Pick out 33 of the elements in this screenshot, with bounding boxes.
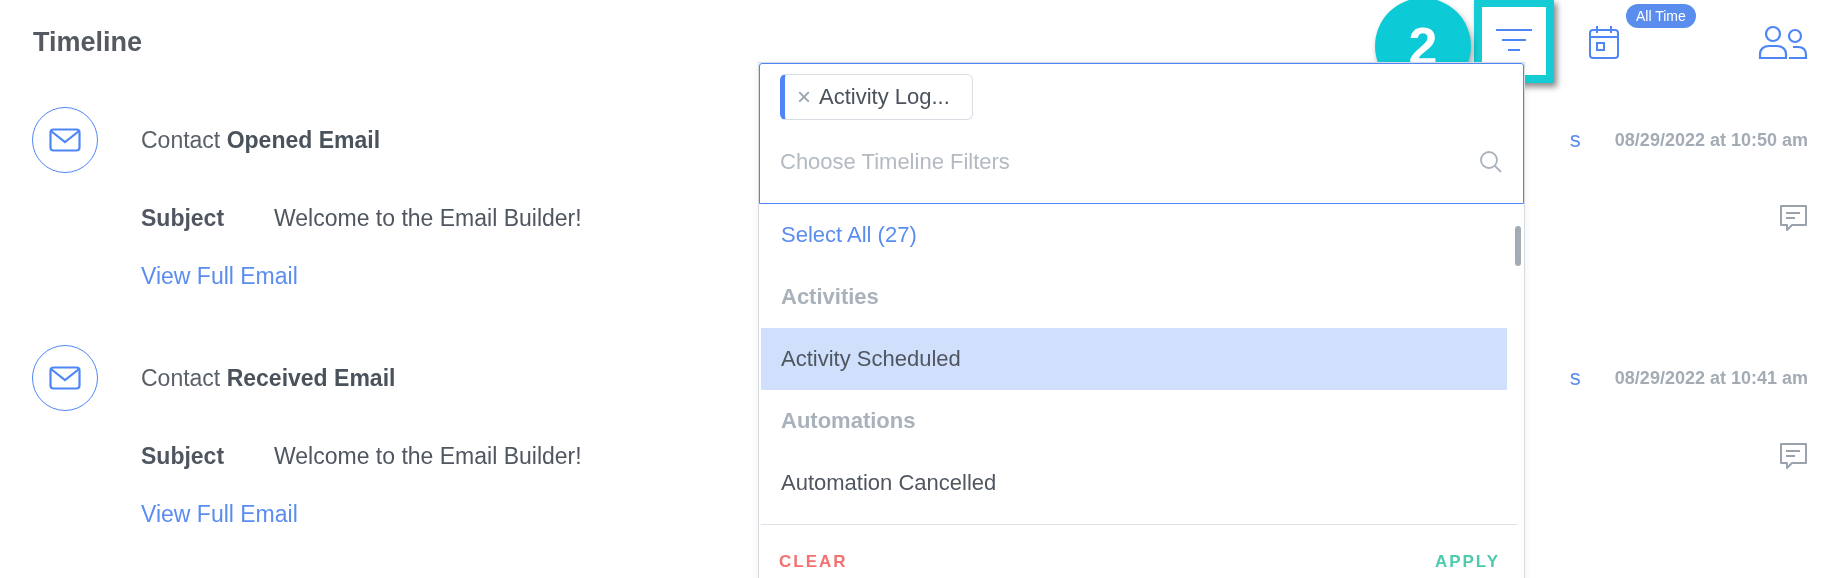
subject-label: Subject <box>141 204 226 232</box>
calendar-icon[interactable] <box>1588 24 1620 60</box>
date-range-badge[interactable]: All Time <box>1626 4 1696 28</box>
chip-label: Activity Log... <box>819 84 950 110</box>
link-fragment[interactable]: s <box>1569 127 1581 153</box>
event-date: 08/29/2022 at 10:41 am <box>1614 367 1808 389</box>
select-all-option[interactable]: Select All (27) <box>761 204 1507 266</box>
clear-button[interactable]: CLEAR <box>779 552 848 572</box>
people-icon[interactable] <box>1758 25 1808 59</box>
event-title: Contact Opened Email <box>141 126 381 154</box>
event-title: Contact Received Email <box>141 364 396 392</box>
envelope-icon <box>49 128 81 152</box>
envelope-icon <box>49 366 81 390</box>
event-date: 08/29/2022 at 10:50 am <box>1614 129 1808 151</box>
filter-input[interactable]: Choose Timeline Filters <box>780 148 1479 175</box>
page-title: Timeline <box>33 26 143 58</box>
subject-text: Welcome to the Email Builder! <box>274 442 582 470</box>
view-email-link[interactable]: View Full Email <box>141 500 298 528</box>
group-heading: Automations <box>780 407 917 435</box>
comment-icon[interactable] <box>1779 441 1808 471</box>
scrollbar-thumb[interactable] <box>1515 226 1521 266</box>
group-heading: Activities <box>780 283 880 311</box>
chip-remove-button[interactable]: × <box>797 85 811 109</box>
comment-icon[interactable] <box>1779 203 1808 233</box>
subject-label: Subject <box>141 442 226 470</box>
subject-text: Welcome to the Email Builder! <box>274 204 582 232</box>
link-fragment[interactable]: s <box>1569 365 1581 391</box>
search-icon <box>1479 149 1503 174</box>
view-email-link[interactable]: View Full Email <box>141 262 298 290</box>
filter-search-field[interactable]: × Activity Log... Choose Timeline Filters <box>759 63 1524 204</box>
apply-button[interactable]: APPLY <box>1434 552 1500 572</box>
filter-option[interactable]: Activity Scheduled <box>761 328 1507 390</box>
filter-option[interactable]: Automation Cancelled <box>761 452 1507 514</box>
